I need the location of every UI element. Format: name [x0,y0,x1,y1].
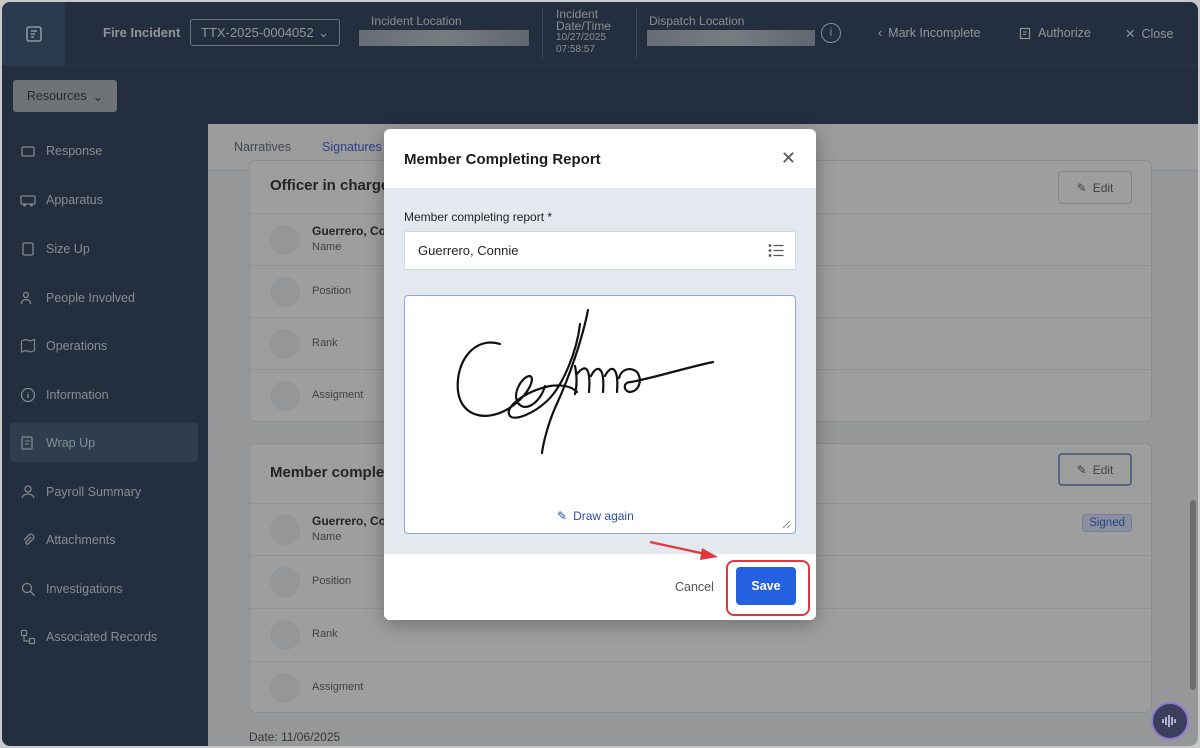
signature-drawing [456,308,715,455]
draw-again-label: Draw again [573,509,634,523]
member-field-label: Member completing report * [404,210,552,224]
dialog-body: Member completing report * Guerrero, Con… [384,188,816,554]
dialog-header: Member Completing Report ✕ [384,129,816,188]
scrollbar-thumb[interactable] [1190,500,1196,690]
signature-pad[interactable]: ✎ Draw again [404,295,796,534]
app-window: Fire Incident TTX-2025-0004052 ⌄ Inciden… [2,2,1198,746]
pencil-icon: ✎ [557,509,568,523]
list-icon[interactable] [768,243,784,258]
save-button[interactable]: Save [736,567,796,605]
member-completing-report-dialog: Member Completing Report ✕ Member comple… [384,129,816,620]
annotation-arrow-icon [649,540,718,560]
scrollbar[interactable] [1190,170,1196,730]
close-icon[interactable]: ✕ [781,149,796,167]
dialog-footer: Cancel Save [384,554,816,620]
draw-again-button[interactable]: ✎ Draw again [557,509,634,523]
cancel-button[interactable]: Cancel [675,580,714,594]
resize-handle-icon[interactable] [781,519,791,529]
member-field-label-text: Member completing report [404,210,545,224]
dialog-title: Member Completing Report [404,151,601,168]
required-mark: * [547,210,553,224]
member-select[interactable]: Guerrero, Connie [404,231,796,270]
voice-assistant-icon[interactable] [1151,702,1189,740]
member-select-value: Guerrero, Connie [418,243,519,258]
